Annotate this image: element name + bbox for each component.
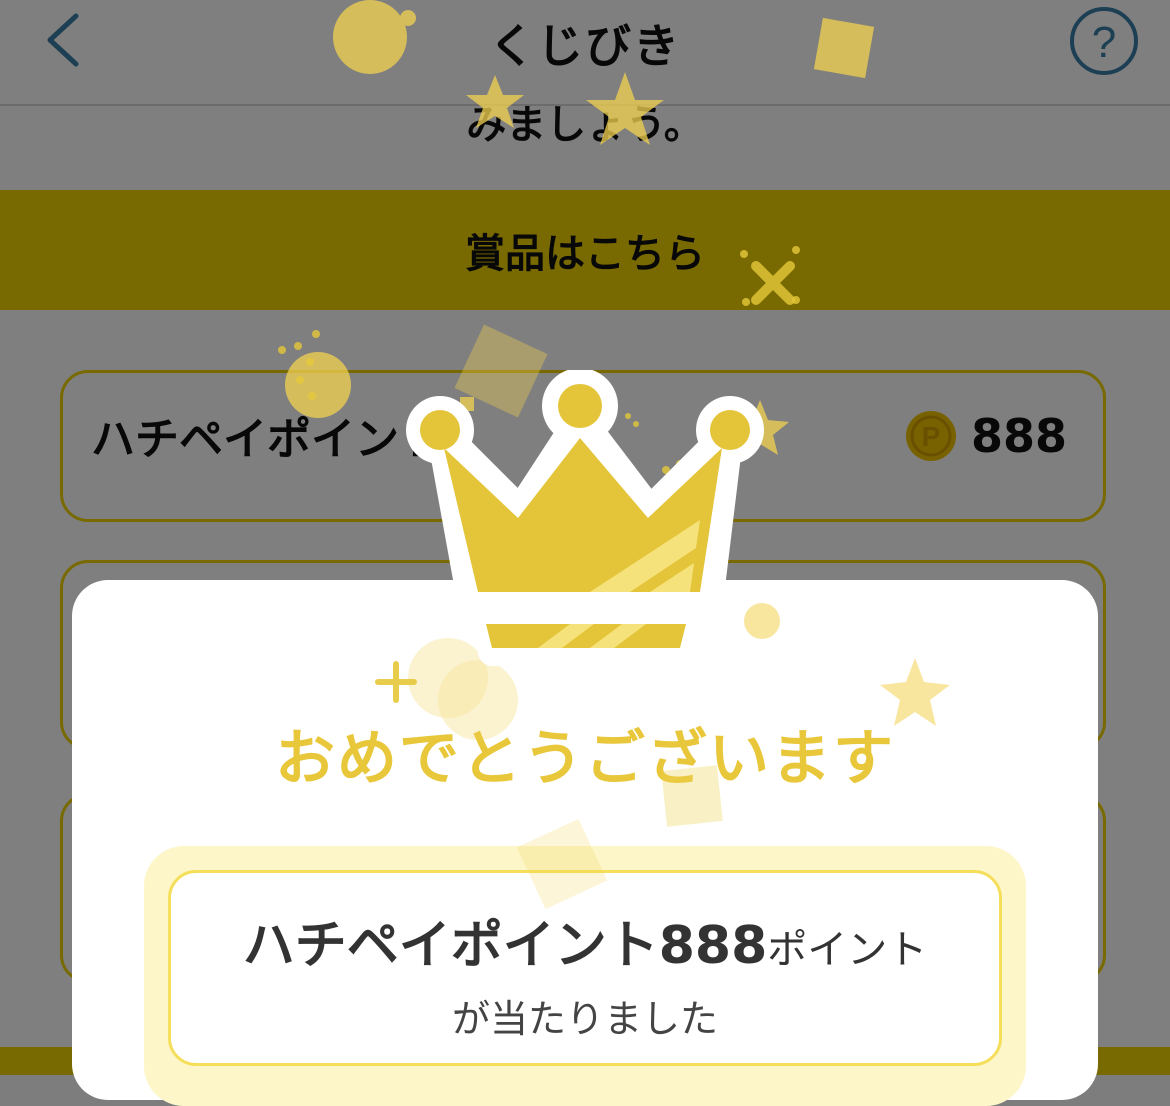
result-prize-name: ハチペイポイント888 — [242, 916, 768, 976]
result-unit: ポイント — [767, 927, 928, 973]
result-box: ハチペイポイント888ポイント が当たりました — [168, 870, 1002, 1066]
result-suffix: が当たりました — [451, 997, 718, 1041]
result-panel: ハチペイポイント888ポイント が当たりました — [144, 846, 1026, 1106]
crown-icon — [406, 370, 764, 666]
congrats-heading: おめでとうございます — [275, 724, 895, 794]
result-line: ハチペイポイント888ポイント — [171, 903, 999, 978]
